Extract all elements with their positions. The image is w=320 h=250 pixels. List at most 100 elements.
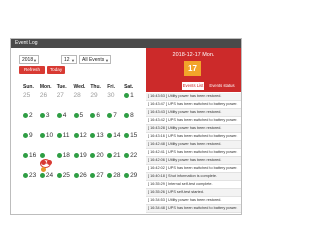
calendar-day-cell[interactable]: 24 (38, 171, 55, 191)
event-status-dot (23, 152, 28, 158)
day-number: 11 (62, 132, 70, 139)
calendar-day-cell[interactable]: 22 (122, 151, 139, 171)
day-number: 21 (113, 152, 121, 159)
chevron-down-icon: ▼ (71, 58, 75, 63)
calendar-day-cell[interactable]: 19 (72, 151, 89, 171)
calendar-day-cell[interactable]: 28 (105, 171, 122, 191)
calendar-day-cell[interactable]: 26 (38, 91, 55, 111)
event-status-dot (23, 132, 28, 138)
calendar-day-cell[interactable]: 6 (88, 111, 105, 131)
event-status-dot (73, 152, 79, 158)
event-status-dot (107, 172, 113, 178)
event-status-dot (56, 132, 62, 138)
calendar-day-cell[interactable]: 1 (122, 91, 139, 111)
calendar-day-cell[interactable]: 30 (105, 91, 122, 111)
event-log-entry: [ 16:42:06 ] Utility power has been rest… (146, 157, 241, 165)
calendar-day-cell[interactable]: 27 (88, 171, 105, 191)
calendar-day-cell[interactable]: 28 (72, 91, 89, 111)
calendar-day-cell[interactable]: 29 (122, 171, 139, 191)
event-list: [ 16:43:53 ] Utility power has been rest… (146, 93, 241, 214)
event-status-dot (40, 159, 46, 165)
event-log-entry: [ 16:43:53 ] Utility power has been rest… (146, 93, 241, 101)
selected-date-label: 2018-12-17 Mon. (172, 52, 215, 58)
weekday-header-row: Sun. Mon. Tue. Wed. Thu. Fri. Sat. (21, 83, 139, 91)
calendar-day-cell[interactable]: 4 (55, 111, 72, 131)
month-select[interactable]: 12 ▼ (61, 55, 77, 64)
event-filter-select[interactable]: All Events ▼ (79, 55, 111, 64)
day-number: 26 (39, 92, 48, 99)
calendar-day-cell[interactable]: 10 (38, 131, 55, 151)
calendar-day-cell[interactable]: 15 (122, 131, 139, 151)
event-status-dot (39, 112, 45, 118)
calendar-day-cell[interactable]: 23 (21, 171, 38, 191)
calendar-day-cell[interactable]: 11 (55, 131, 72, 151)
weekday-label: Mon. (39, 84, 52, 90)
day-number: 25 (62, 172, 70, 179)
selected-day-number: 17 (184, 61, 201, 76)
day-number: 9 (29, 132, 33, 139)
event-status-dot (73, 132, 79, 138)
event-status-dot (56, 152, 62, 158)
event-status-dot (46, 159, 52, 165)
day-number: 22 (130, 152, 138, 159)
calendar-day-cell[interactable]: 9 (21, 131, 38, 151)
chevron-down-icon: ▼ (33, 58, 37, 63)
event-log-entry: [ 16:42:02 ] UPS has been switched to ba… (146, 165, 241, 173)
weekday-label: Sat. (124, 84, 134, 90)
selected-day-header: 2018-12-17 Mon. 17 Events List Events st… (146, 48, 241, 92)
window-title: Event Log (11, 39, 241, 48)
event-status-dot (39, 172, 45, 178)
year-select[interactable]: 2018 ▼ (19, 55, 39, 64)
calendar-day-cell[interactable]: 21 (105, 151, 122, 171)
event-status-dot (90, 112, 96, 118)
day-number: 14 (113, 132, 121, 139)
day-number: 24 (45, 172, 54, 179)
refresh-button[interactable]: Refresh (19, 66, 45, 74)
calendar-day-cell[interactable]: 3 (38, 111, 55, 131)
event-log-entry: [ 16:40:18 ] Shut information is complet… (146, 173, 241, 181)
weekday-label: Fri. (107, 84, 115, 90)
calendar-day-cell[interactable]: 5 (72, 111, 89, 131)
calendar-day-cell[interactable]: 12 (72, 131, 89, 151)
event-log-entry: [ 16:35:26 ] UPS self-test started. (146, 189, 241, 197)
event-status-dot (39, 152, 45, 158)
calendar-day-cell[interactable]: 2 (21, 111, 38, 131)
day-number: 8 (130, 112, 134, 119)
calendar-day-cell[interactable]: 7 (105, 111, 122, 131)
event-log-entry: [ 16:34:42 ] Utility power has been rest… (146, 213, 241, 214)
day-number: 7 (113, 112, 117, 119)
tab-events-list[interactable]: Events List (182, 82, 204, 90)
event-status-dot (23, 172, 28, 178)
weekday-label: Thu. (90, 84, 101, 90)
day-number: 28 (113, 172, 121, 179)
day-number: 29 (90, 92, 98, 99)
filter-value: All Events (82, 57, 105, 63)
day-number: 13 (96, 132, 104, 139)
calendar-day-cell[interactable]: 25 (55, 171, 72, 191)
calendar-day-cell[interactable]: 16 (21, 151, 38, 171)
calendar-day-cell[interactable]: 8 (122, 111, 139, 131)
calendar-week-row: 2 3 4 5 6 7 8 (21, 111, 139, 131)
event-status-dot (90, 152, 96, 158)
day-number: 16 (29, 152, 37, 159)
calendar-day-cell[interactable]: 27 (55, 91, 72, 111)
calendar-day-cell[interactable]: 17 (38, 151, 55, 172)
year-value: 2018 (22, 57, 34, 63)
calendar-day-cell[interactable]: 18 (55, 151, 72, 171)
calendar-day-cell[interactable]: 26 (72, 171, 89, 191)
day-number: 27 (56, 92, 64, 99)
today-button[interactable]: Today (47, 66, 65, 74)
event-status-dot (124, 92, 130, 98)
calendar-day-cell[interactable]: 29 (88, 91, 105, 111)
calendar-day-cell[interactable]: 14 (105, 131, 122, 151)
calendar-day-cell[interactable]: 13 (88, 131, 105, 151)
tab-events-status[interactable]: Events status (206, 82, 238, 90)
calendar-week-row: 23 24 25 26 27 28 29 (21, 171, 139, 191)
calendar-day-cell[interactable]: 25 (21, 91, 38, 111)
calendar-grid: Sun. Mon. Tue. Wed. Thu. Fri. Sat. 25 26 27 28 29 3… (21, 83, 139, 191)
calendar-day-cell[interactable]: 20 (88, 151, 105, 171)
event-status-dot (90, 172, 96, 178)
event-log-entry: [ 16:43:43 ] Utility power has been rest… (146, 109, 241, 117)
day-number: 26 (79, 172, 87, 179)
event-status-dot (124, 152, 130, 158)
